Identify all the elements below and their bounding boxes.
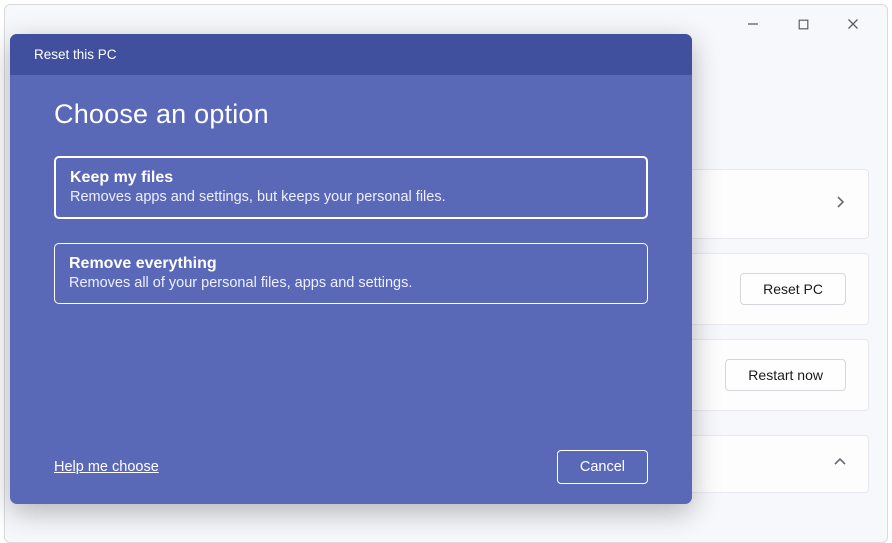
option-remove-everything[interactable]: Remove everything Removes all of your pe…: [54, 243, 648, 304]
help-me-choose-link[interactable]: Help me choose: [54, 459, 159, 475]
dialog-heading: Choose an option: [54, 99, 648, 130]
chevron-right-icon: [834, 195, 846, 213]
dialog-title: Reset this PC: [10, 34, 692, 75]
restart-now-button[interactable]: Restart now: [725, 359, 846, 391]
option-remove-everything-desc: Removes all of your personal files, apps…: [69, 275, 633, 291]
option-keep-files-title: Keep my files: [70, 169, 632, 187]
option-keep-files-desc: Removes apps and settings, but keeps you…: [70, 189, 632, 205]
chevron-up-icon: [834, 455, 846, 473]
dialog-footer: Help me choose Cancel: [54, 444, 648, 484]
minimize-icon[interactable]: [739, 10, 767, 38]
dialog-body: Choose an option Keep my files Removes a…: [10, 75, 692, 504]
reset-pc-button[interactable]: Reset PC: [740, 273, 846, 305]
close-icon[interactable]: [839, 10, 867, 38]
option-remove-everything-title: Remove everything: [69, 255, 633, 273]
cancel-button[interactable]: Cancel: [557, 450, 648, 484]
option-keep-files[interactable]: Keep my files Removes apps and settings,…: [54, 156, 648, 219]
reset-pc-dialog: Reset this PC Choose an option Keep my f…: [10, 34, 692, 504]
maximize-icon[interactable]: [789, 10, 817, 38]
